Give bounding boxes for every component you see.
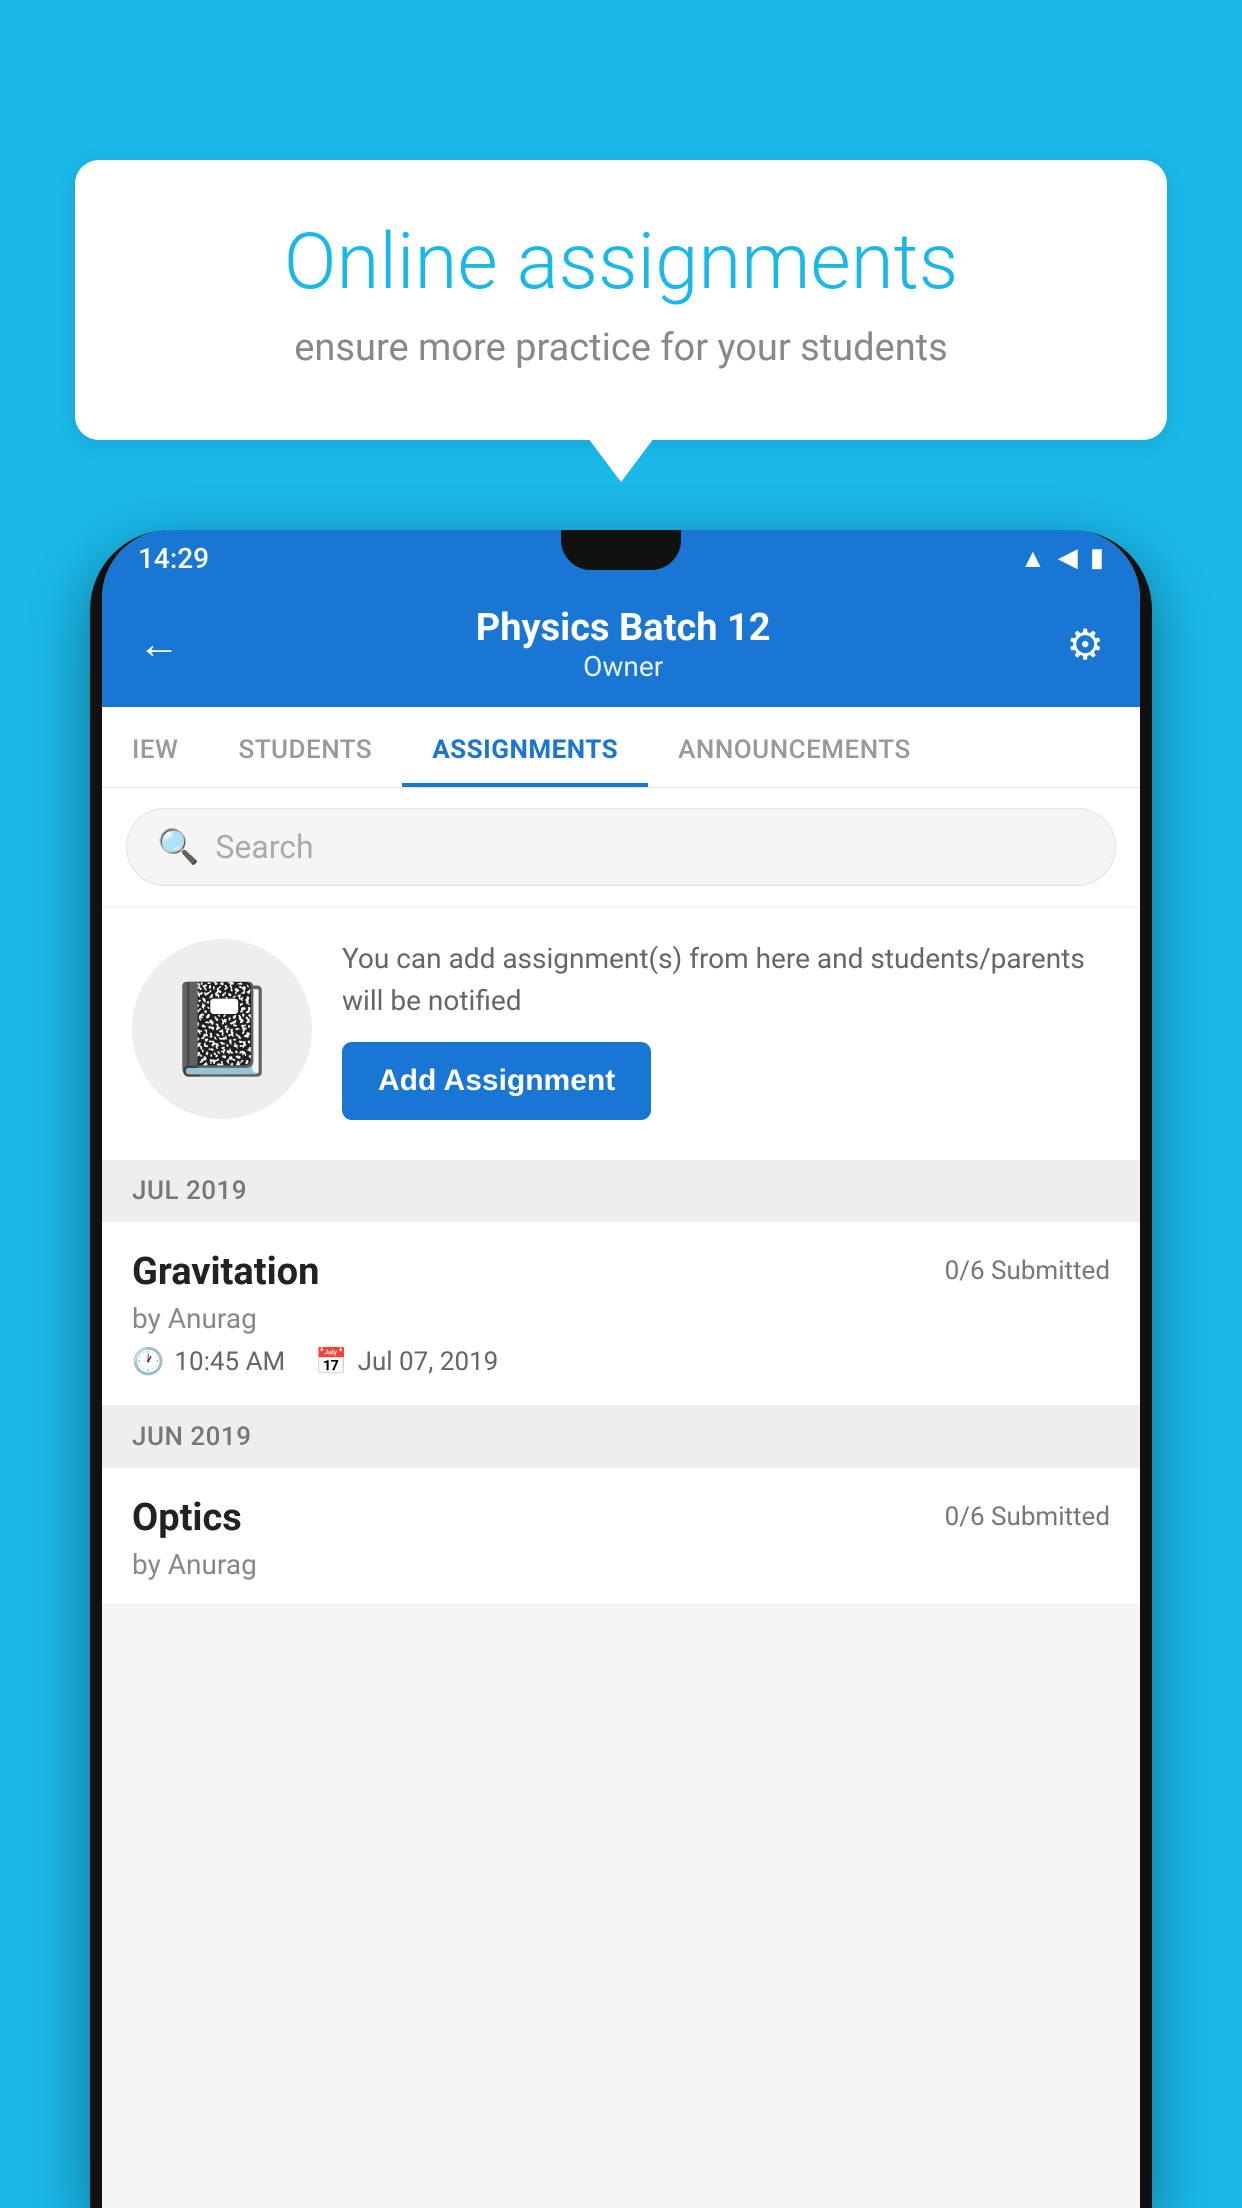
- month-header-jul: JUL 2019: [102, 1160, 1140, 1222]
- battery-icon: ▮: [1090, 543, 1104, 573]
- assignment-item-optics[interactable]: Optics 0/6 Submitted by Anurag: [102, 1468, 1140, 1603]
- assignment-icon: 📓: [166, 977, 278, 1082]
- add-assignment-section: 📓 You can add assignment(s) from here an…: [102, 908, 1140, 1160]
- app-header: ← Physics Batch 12 Owner ⚙: [102, 586, 1140, 707]
- assignment-info: You can add assignment(s) from here and …: [342, 938, 1110, 1120]
- assignment-date-value: Jul 07, 2019: [358, 1347, 499, 1377]
- speech-bubble-title: Online assignments: [155, 220, 1087, 306]
- add-assignment-button[interactable]: Add Assignment: [342, 1042, 651, 1120]
- assignment-description: You can add assignment(s) from here and …: [342, 938, 1110, 1022]
- optics-name: Optics: [132, 1496, 242, 1540]
- assignment-icon-circle: 📓: [132, 939, 312, 1119]
- assignment-submitted: 0/6 Submitted: [945, 1256, 1110, 1286]
- month-header-jun: JUN 2019: [102, 1406, 1140, 1468]
- assignment-date: 📅 Jul 07, 2019: [315, 1347, 498, 1377]
- tab-assignments[interactable]: ASSIGNMENTS: [402, 707, 648, 787]
- status-bar-time: 14:29: [138, 542, 209, 575]
- tab-iew[interactable]: IEW: [102, 707, 208, 787]
- phone-screen: 14:29 ▲ ◀ ▮ ← Physics Batch 12 Owner ⚙ I…: [102, 530, 1140, 2208]
- wifi-icon: ▲: [1020, 543, 1046, 574]
- assignment-item-gravitation[interactable]: Gravitation 0/6 Submitted by Anurag 🕐 10…: [102, 1222, 1140, 1406]
- assignment-time: 🕐 10:45 AM: [132, 1347, 285, 1377]
- phone-frame: 14:29 ▲ ◀ ▮ ← Physics Batch 12 Owner ⚙ I…: [90, 530, 1152, 2208]
- signal-icon: ◀: [1058, 543, 1078, 573]
- assignment-by: by Anurag: [132, 1302, 1110, 1335]
- back-button[interactable]: ←: [138, 620, 180, 669]
- assignment-meta: 🕐 10:45 AM 📅 Jul 07, 2019: [132, 1347, 1110, 1377]
- search-container: 🔍 Search: [102, 788, 1140, 906]
- speech-bubble: Online assignments ensure more practice …: [75, 160, 1167, 440]
- notch: [561, 530, 681, 570]
- speech-bubble-subtitle: ensure more practice for your students: [155, 326, 1087, 370]
- tab-announcements[interactable]: ANNOUNCEMENTS: [648, 707, 941, 787]
- calendar-icon: 📅: [315, 1347, 347, 1377]
- search-bar[interactable]: 🔍 Search: [126, 808, 1116, 886]
- tab-bar: IEW STUDENTS ASSIGNMENTS ANNOUNCEMENTS: [102, 707, 1140, 788]
- optics-item-header: Optics 0/6 Submitted: [132, 1496, 1110, 1540]
- header-center: Physics Batch 12 Owner: [180, 606, 1066, 683]
- status-bar: 14:29 ▲ ◀ ▮: [102, 530, 1140, 586]
- assignment-name: Gravitation: [132, 1250, 319, 1294]
- header-subtitle: Owner: [180, 650, 1066, 683]
- tab-students[interactable]: STUDENTS: [208, 707, 402, 787]
- status-bar-icons: ▲ ◀ ▮: [1020, 543, 1104, 574]
- header-title: Physics Batch 12: [180, 606, 1066, 650]
- assignment-item-header: Gravitation 0/6 Submitted: [132, 1250, 1110, 1294]
- speech-bubble-container: Online assignments ensure more practice …: [75, 160, 1167, 440]
- optics-submitted: 0/6 Submitted: [945, 1502, 1110, 1532]
- search-placeholder: Search: [215, 828, 313, 866]
- search-icon: 🔍: [157, 827, 199, 867]
- gear-icon[interactable]: ⚙: [1066, 620, 1104, 670]
- optics-by: by Anurag: [132, 1548, 1110, 1581]
- assignment-time-value: 10:45 AM: [174, 1347, 285, 1377]
- clock-icon: 🕐: [132, 1347, 164, 1377]
